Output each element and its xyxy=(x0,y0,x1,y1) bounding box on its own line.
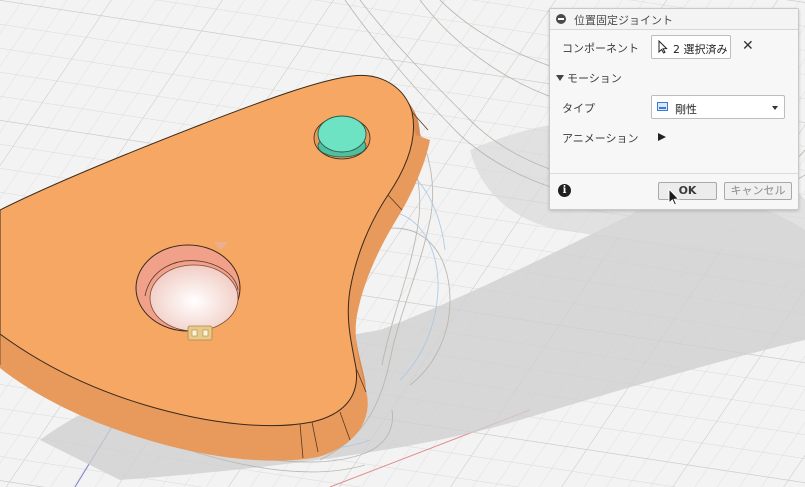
joint-glyph-icon[interactable] xyxy=(187,325,213,341)
collapse-icon[interactable] xyxy=(556,14,566,24)
ok-button[interactable]: OK xyxy=(658,182,717,200)
dialog-title: 位置固定ジョイント xyxy=(574,14,673,27)
info-icon[interactable]: i xyxy=(558,184,571,197)
animation-label: アニメーション xyxy=(562,132,639,145)
type-value: 剛性 xyxy=(675,103,697,116)
play-icon[interactable] xyxy=(658,133,666,141)
component-selection-button[interactable]: 2 選択済み xyxy=(651,35,731,59)
dialog-divider xyxy=(550,173,798,174)
selection-count: 2 選択済み xyxy=(673,43,728,56)
component-label: コンポーネント xyxy=(562,42,639,55)
rigid-joint-icon xyxy=(657,102,668,111)
fixed-joint-dialog: 位置固定ジョイント コンポーネント 2 選択済み ✕ モーション タイプ 剛性 … xyxy=(549,8,799,210)
dialog-header: 位置固定ジョイント xyxy=(550,9,798,30)
pin-top[interactable] xyxy=(317,115,367,153)
cursor-icon xyxy=(658,40,668,54)
type-dropdown[interactable]: 剛性 xyxy=(651,95,785,119)
chevron-down-icon[interactable] xyxy=(556,75,564,81)
motion-section-label[interactable]: モーション xyxy=(567,70,622,86)
close-icon[interactable]: ✕ xyxy=(742,39,754,53)
type-label: タイプ xyxy=(562,102,595,115)
cancel-button[interactable]: キャンセル xyxy=(724,182,792,200)
mouse-pointer-icon xyxy=(668,188,680,206)
hole-opening[interactable] xyxy=(149,264,239,332)
dropdown-arrow-icon xyxy=(772,106,778,110)
